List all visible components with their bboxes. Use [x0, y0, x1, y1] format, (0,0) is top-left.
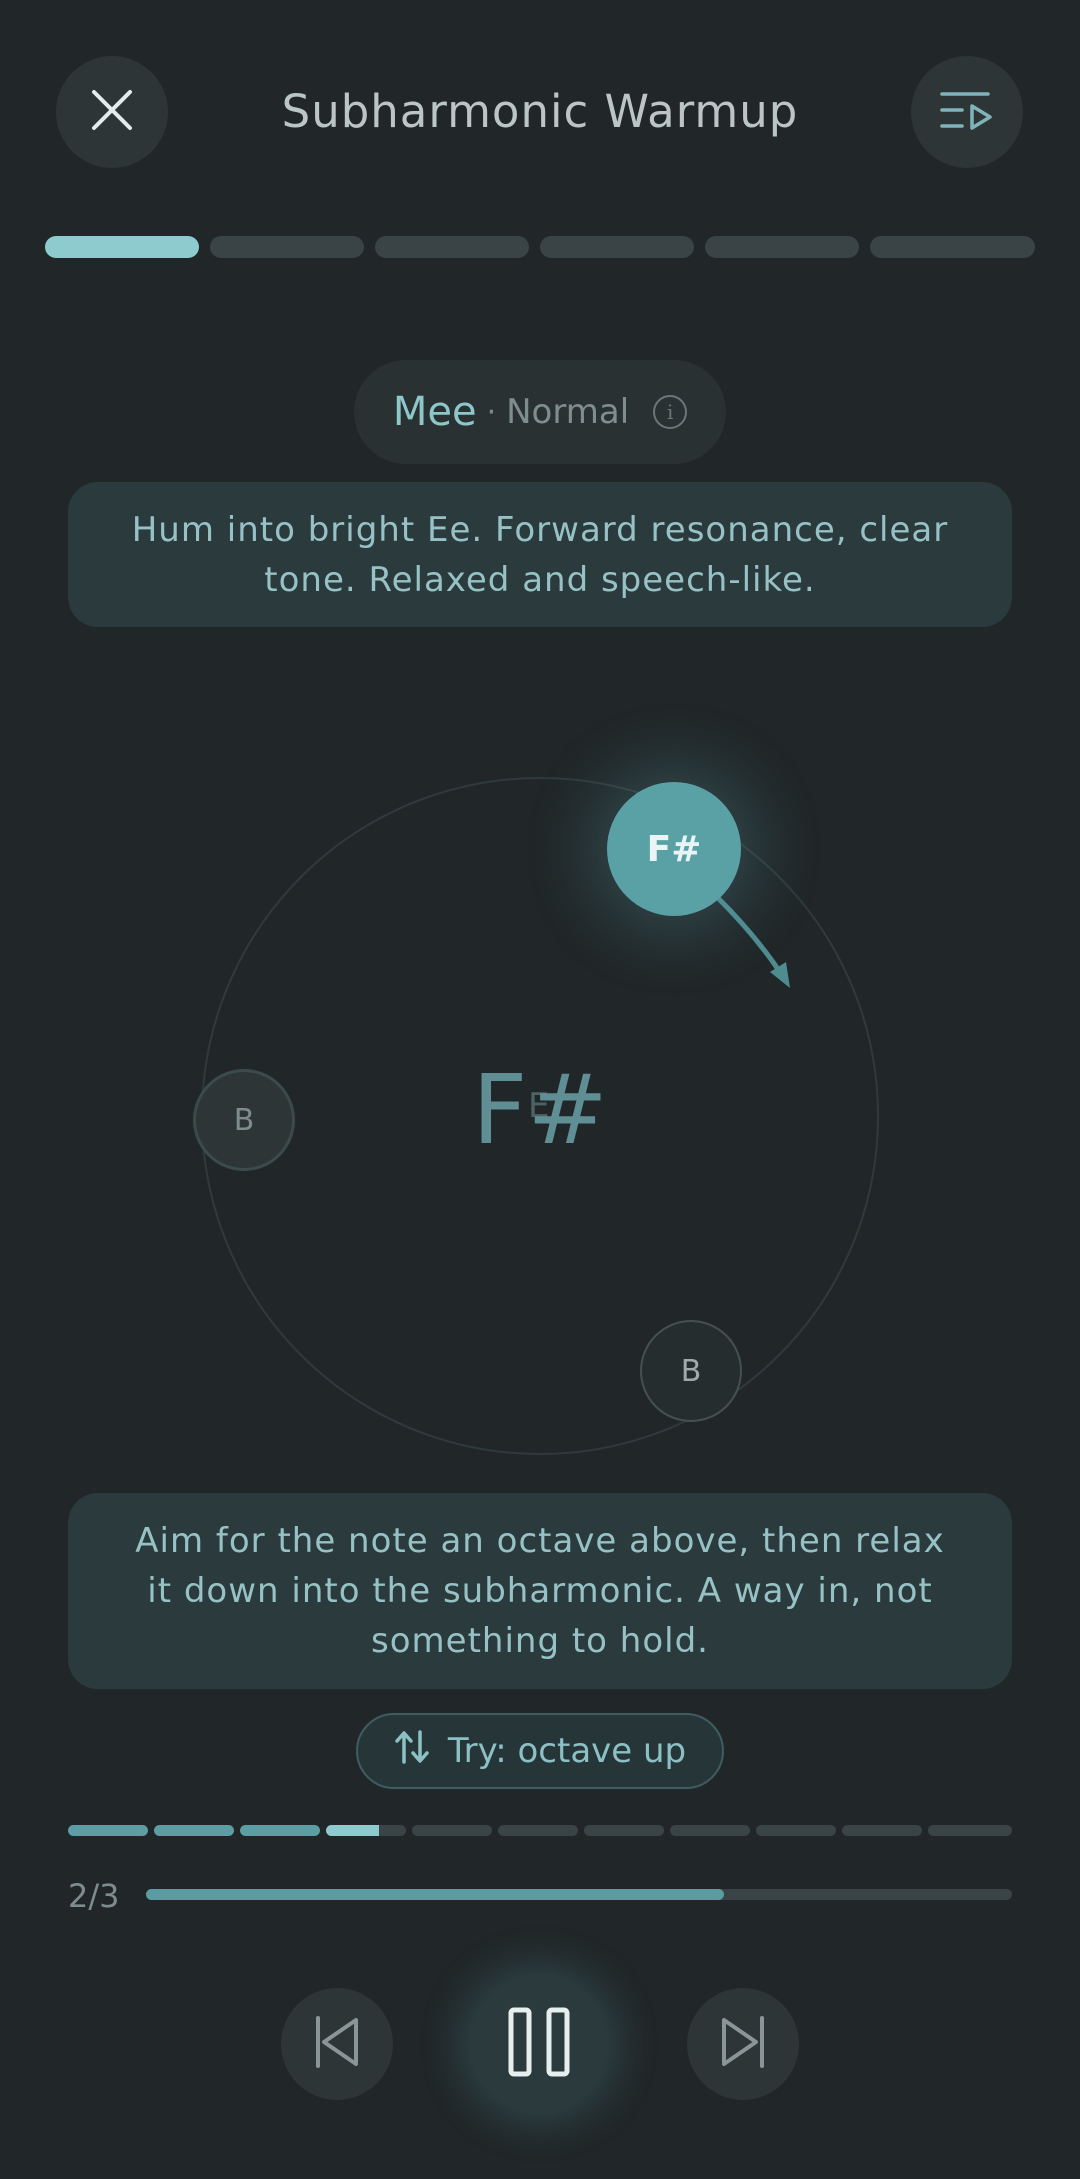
- rep-tick: [756, 1825, 836, 1836]
- pause-icon: [507, 2006, 571, 2082]
- rep-tick: [928, 1825, 1012, 1836]
- set-progress-fill: [146, 1889, 724, 1900]
- target-note-active: F#: [607, 782, 741, 916]
- next-button[interactable]: [687, 1988, 799, 2100]
- tip-card: Aim for the note an octave above, then r…: [68, 1493, 1012, 1689]
- rep-tick-current: [326, 1825, 406, 1836]
- target-note-left: B: [193, 1069, 295, 1171]
- swap-vertical-icon: [394, 1728, 430, 1775]
- rep-tick: [842, 1825, 922, 1836]
- try-button-label: Try: octave up: [447, 1731, 687, 1771]
- rep-tick: [240, 1825, 320, 1836]
- direction-arrow: [715, 895, 788, 983]
- try-octave-up-button[interactable]: Try: octave up: [356, 1713, 724, 1789]
- tip-text: Aim for the note an octave above, then r…: [135, 1521, 945, 1661]
- set-progress-bar: [146, 1889, 1012, 1900]
- rep-tick: [670, 1825, 750, 1836]
- previous-button[interactable]: [281, 1988, 393, 2100]
- skip-previous-icon: [312, 2014, 362, 2074]
- rep-tick: [68, 1825, 148, 1836]
- skip-next-icon: [718, 2014, 768, 2074]
- rep-tick: [154, 1825, 234, 1836]
- target-note-bottom: B: [640, 1320, 742, 1422]
- set-counter: 2/3: [68, 1877, 120, 1915]
- pitch-orbit: [201, 777, 879, 1455]
- rep-tick: [412, 1825, 492, 1836]
- pause-button[interactable]: [472, 1977, 606, 2111]
- current-note: F#: [472, 1054, 608, 1166]
- rep-tick: [498, 1825, 578, 1836]
- rep-tick: [584, 1825, 664, 1836]
